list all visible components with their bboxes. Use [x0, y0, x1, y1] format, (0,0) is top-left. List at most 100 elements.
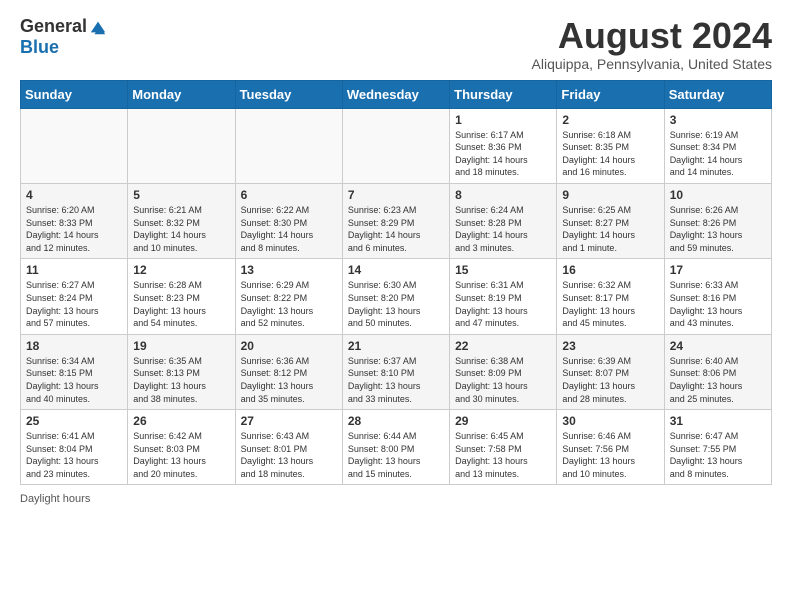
day-number: 11	[26, 263, 122, 277]
calendar-cell	[235, 108, 342, 183]
logo: General Blue	[20, 16, 107, 58]
calendar-day-header: Monday	[128, 80, 235, 108]
calendar-cell: 2Sunrise: 6:18 AM Sunset: 8:35 PM Daylig…	[557, 108, 664, 183]
day-info: Sunrise: 6:37 AM Sunset: 8:10 PM Dayligh…	[348, 355, 444, 405]
day-number: 25	[26, 414, 122, 428]
day-number: 23	[562, 339, 658, 353]
calendar-cell: 5 Sunrise: 6:21 AM Sunset: 8:32 PM Daylig…	[128, 183, 235, 258]
day-number: 3	[670, 113, 766, 127]
calendar-day-header: Thursday	[450, 80, 557, 108]
calendar-cell: 9Sunrise: 6:25 AM Sunset: 8:27 PM Daylig…	[557, 183, 664, 258]
calendar-cell: 1 Sunrise: 6:17 AM Sunset: 8:36 PM Daylig…	[450, 108, 557, 183]
calendar-day-header: Friday	[557, 80, 664, 108]
calendar-cell: 8 Sunrise: 6:24 AM Sunset: 8:28 PM Daylig…	[450, 183, 557, 258]
calendar-week-row: 11Sunrise: 6:27 AM Sunset: 8:24 PM Dayli…	[21, 259, 772, 334]
day-number: 8	[455, 188, 551, 202]
calendar-cell: 6 Sunrise: 6:22 AM Sunset: 8:30 PM Daylig…	[235, 183, 342, 258]
calendar-week-row: 1 Sunrise: 6:17 AM Sunset: 8:36 PM Daylig…	[21, 108, 772, 183]
day-info: Sunrise: 6:19 AM Sunset: 8:34 PM Dayligh…	[670, 129, 766, 179]
day-info: Sunrise: 6:35 AM Sunset: 8:13 PM Dayligh…	[133, 355, 229, 405]
calendar-header-row: SundayMondayTuesdayWednesdayThursdayFrid…	[21, 80, 772, 108]
day-number: 6	[241, 188, 337, 202]
day-number: 13	[241, 263, 337, 277]
calendar-cell: 13 Sunrise: 6:29 AM Sunset: 8:22 PM Dayli…	[235, 259, 342, 334]
calendar-day-header: Sunday	[21, 80, 128, 108]
calendar-cell: 23 Sunrise: 6:39 AM Sunset: 8:07 PM Dayli…	[557, 334, 664, 409]
day-number: 31	[670, 414, 766, 428]
calendar-cell: 31 Sunrise: 6:47 AM Sunset: 7:55 PM Dayli…	[664, 410, 771, 485]
logo-general-text: General	[20, 16, 87, 37]
day-info: Sunrise: 6:22 AM Sunset: 8:30 PM Dayligh…	[241, 204, 337, 254]
day-number: 14	[348, 263, 444, 277]
calendar-week-row: 18 Sunrise: 6:34 AM Sunset: 8:15 PM Dayli…	[21, 334, 772, 409]
day-number: 29	[455, 414, 551, 428]
day-info: Sunrise: 6:38 AM Sunset: 8:09 PM Dayligh…	[455, 355, 551, 405]
calendar-cell: 12Sunrise: 6:28 AM Sunset: 8:23 PM Dayli…	[128, 259, 235, 334]
calendar-cell: 17 Sunrise: 6:33 AM Sunset: 8:16 PM Dayli…	[664, 259, 771, 334]
calendar-cell: 28 Sunrise: 6:44 AM Sunset: 8:00 PM Dayli…	[342, 410, 449, 485]
day-number: 7	[348, 188, 444, 202]
logo-icon	[89, 18, 107, 36]
calendar-cell: 4Sunrise: 6:20 AM Sunset: 8:33 PM Daylig…	[21, 183, 128, 258]
day-number: 26	[133, 414, 229, 428]
page-header: General Blue August 2024 Aliquippa, Penn…	[20, 16, 772, 72]
day-info: Sunrise: 6:44 AM Sunset: 8:00 PM Dayligh…	[348, 430, 444, 480]
calendar-cell: 29 Sunrise: 6:45 AM Sunset: 7:58 PM Dayli…	[450, 410, 557, 485]
calendar-week-row: 25 Sunrise: 6:41 AM Sunset: 8:04 PM Dayli…	[21, 410, 772, 485]
calendar-cell: 3 Sunrise: 6:19 AM Sunset: 8:34 PM Daylig…	[664, 108, 771, 183]
day-number: 1	[455, 113, 551, 127]
subtitle: Aliquippa, Pennsylvania, United States	[532, 56, 772, 72]
day-info: Sunrise: 6:34 AM Sunset: 8:15 PM Dayligh…	[26, 355, 122, 405]
calendar-cell: 19 Sunrise: 6:35 AM Sunset: 8:13 PM Dayli…	[128, 334, 235, 409]
calendar-table: SundayMondayTuesdayWednesdayThursdayFrid…	[20, 80, 772, 486]
day-info: Sunrise: 6:28 AM Sunset: 8:23 PM Dayligh…	[133, 279, 229, 329]
calendar-day-header: Tuesday	[235, 80, 342, 108]
day-info: Sunrise: 6:40 AM Sunset: 8:06 PM Dayligh…	[670, 355, 766, 405]
footer: Daylight hours	[20, 493, 772, 505]
calendar-cell: 22 Sunrise: 6:38 AM Sunset: 8:09 PM Dayli…	[450, 334, 557, 409]
logo-blue-text: Blue	[20, 37, 59, 58]
day-number: 28	[348, 414, 444, 428]
calendar-cell: 30 Sunrise: 6:46 AM Sunset: 7:56 PM Dayli…	[557, 410, 664, 485]
day-info: Sunrise: 6:17 AM Sunset: 8:36 PM Dayligh…	[455, 129, 551, 179]
day-info: Sunrise: 6:36 AM Sunset: 8:12 PM Dayligh…	[241, 355, 337, 405]
day-number: 18	[26, 339, 122, 353]
day-number: 30	[562, 414, 658, 428]
day-info: Sunrise: 6:29 AM Sunset: 8:22 PM Dayligh…	[241, 279, 337, 329]
calendar-cell: 27Sunrise: 6:43 AM Sunset: 8:01 PM Dayli…	[235, 410, 342, 485]
calendar-cell: 20 Sunrise: 6:36 AM Sunset: 8:12 PM Dayli…	[235, 334, 342, 409]
day-number: 22	[455, 339, 551, 353]
calendar-cell	[342, 108, 449, 183]
calendar-cell: 11Sunrise: 6:27 AM Sunset: 8:24 PM Dayli…	[21, 259, 128, 334]
calendar-cell: 24 Sunrise: 6:40 AM Sunset: 8:06 PM Dayli…	[664, 334, 771, 409]
calendar-cell: 16 Sunrise: 6:32 AM Sunset: 8:17 PM Dayli…	[557, 259, 664, 334]
day-info: Sunrise: 6:41 AM Sunset: 8:04 PM Dayligh…	[26, 430, 122, 480]
day-info: Sunrise: 6:46 AM Sunset: 7:56 PM Dayligh…	[562, 430, 658, 480]
calendar-cell: 10 Sunrise: 6:26 AM Sunset: 8:26 PM Dayli…	[664, 183, 771, 258]
main-title: August 2024	[532, 16, 772, 56]
day-info: Sunrise: 6:24 AM Sunset: 8:28 PM Dayligh…	[455, 204, 551, 254]
day-info: Sunrise: 6:39 AM Sunset: 8:07 PM Dayligh…	[562, 355, 658, 405]
day-number: 16	[562, 263, 658, 277]
calendar-cell	[21, 108, 128, 183]
day-number: 20	[241, 339, 337, 353]
day-number: 19	[133, 339, 229, 353]
day-info: Sunrise: 6:20 AM Sunset: 8:33 PM Dayligh…	[26, 204, 122, 254]
day-info: Sunrise: 6:47 AM Sunset: 7:55 PM Dayligh…	[670, 430, 766, 480]
day-number: 24	[670, 339, 766, 353]
day-info: Sunrise: 6:33 AM Sunset: 8:16 PM Dayligh…	[670, 279, 766, 329]
footer-label: Daylight hours	[20, 493, 90, 505]
day-info: Sunrise: 6:25 AM Sunset: 8:27 PM Dayligh…	[562, 204, 658, 254]
day-info: Sunrise: 6:26 AM Sunset: 8:26 PM Dayligh…	[670, 204, 766, 254]
calendar-week-row: 4Sunrise: 6:20 AM Sunset: 8:33 PM Daylig…	[21, 183, 772, 258]
day-number: 17	[670, 263, 766, 277]
day-number: 5	[133, 188, 229, 202]
calendar-cell: 7Sunrise: 6:23 AM Sunset: 8:29 PM Daylig…	[342, 183, 449, 258]
day-number: 10	[670, 188, 766, 202]
day-info: Sunrise: 6:42 AM Sunset: 8:03 PM Dayligh…	[133, 430, 229, 480]
day-info: Sunrise: 6:32 AM Sunset: 8:17 PM Dayligh…	[562, 279, 658, 329]
day-info: Sunrise: 6:45 AM Sunset: 7:58 PM Dayligh…	[455, 430, 551, 480]
calendar-cell: 15Sunrise: 6:31 AM Sunset: 8:19 PM Dayli…	[450, 259, 557, 334]
day-info: Sunrise: 6:21 AM Sunset: 8:32 PM Dayligh…	[133, 204, 229, 254]
calendar-cell: 18 Sunrise: 6:34 AM Sunset: 8:15 PM Dayli…	[21, 334, 128, 409]
